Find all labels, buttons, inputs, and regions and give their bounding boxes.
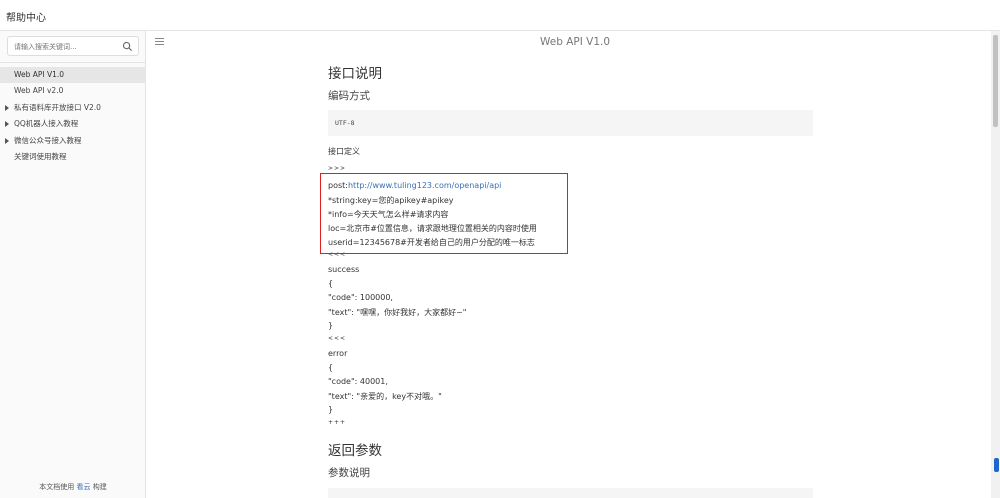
page-title: Web API V1.0 (539, 36, 611, 48)
site-title[interactable]: 帮助中心 (6, 9, 46, 24)
highlight-box (320, 173, 568, 254)
interface-definition-label: 接口定义 (328, 147, 360, 156)
scrollbar-thumb[interactable] (993, 35, 998, 127)
sidebar-item-qq-bot[interactable]: QQ机器人接入教程 (0, 116, 146, 132)
menu-toggle-icon[interactable] (155, 38, 164, 45)
error-code: "code": 40001, (328, 377, 388, 386)
heading-encoding: 编码方式 (328, 90, 370, 102)
brace-open: { (328, 279, 334, 288)
heading-interface: 接口说明 (328, 66, 382, 82)
sidebar-nav: Web API V1.0 Web API v2.0 私有语料库开放接口 V2.0… (0, 67, 146, 165)
sidebar-item-web-api-v2[interactable]: Web API v2.0 (0, 83, 146, 99)
brace-close: } (328, 321, 334, 330)
top-bar: 帮助中心 (0, 0, 1000, 31)
success-code: "code": 100000, (328, 293, 393, 302)
plus-line: +++ (328, 419, 347, 426)
arrows-close: <<< (328, 335, 347, 342)
sidebar: Web API V1.0 Web API v2.0 私有语料库开放接口 V2.0… (0, 31, 146, 498)
sidebar-divider (0, 62, 146, 63)
code-text: UTF-8 (335, 119, 355, 127)
brace-close: } (328, 405, 334, 414)
sidebar-item-label: 私有语料库开放接口 V2.0 (14, 102, 101, 112)
heading-return-params: 返回参数 (328, 443, 382, 459)
code-block-encoding: UTF-8 (328, 110, 813, 136)
error-text: "text": "亲爱的，key不对哦。" (328, 392, 442, 401)
sidebar-item-label: 微信公众号接入教程 (14, 135, 82, 145)
sidebar-item-label: 关键词使用教程 (14, 151, 67, 161)
sidebar-item-web-api-v1[interactable]: Web API V1.0 (0, 67, 146, 84)
sidebar-item-wechat[interactable]: 微信公众号接入教程 (0, 133, 146, 149)
caret-right-icon[interactable] (5, 121, 9, 128)
search-box (7, 36, 139, 56)
sidebar-footer: 本文档使用 看云 构建 (39, 483, 107, 491)
search-icon[interactable] (122, 41, 133, 52)
search-input[interactable] (14, 40, 122, 53)
success-text: "text": "嘿嘿，你好我好，大家都好~" (328, 308, 467, 317)
arrows-open: >>> (328, 165, 347, 172)
brace-open: { (328, 363, 334, 372)
error-label: error (328, 349, 348, 358)
sidebar-item-label: Web API v2.0 (14, 86, 64, 96)
sidebar-item-keywords[interactable]: 关键词使用教程 (0, 149, 146, 165)
scrollbar[interactable] (991, 31, 1000, 498)
scroll-marker[interactable] (994, 458, 999, 472)
sidebar-item-label: QQ机器人接入教程 (14, 119, 79, 129)
footer-link[interactable]: 看云 (77, 483, 91, 491)
sidebar-item-label: Web API V1.0 (14, 70, 65, 79)
heading-param-desc: 参数说明 (328, 467, 370, 479)
success-label: success (328, 265, 360, 274)
caret-right-icon[interactable] (5, 137, 9, 144)
code-block-params (328, 488, 813, 498)
caret-right-icon[interactable] (5, 104, 9, 111)
sidebar-item-private-corpus[interactable]: 私有语料库开放接口 V2.0 (0, 100, 146, 116)
